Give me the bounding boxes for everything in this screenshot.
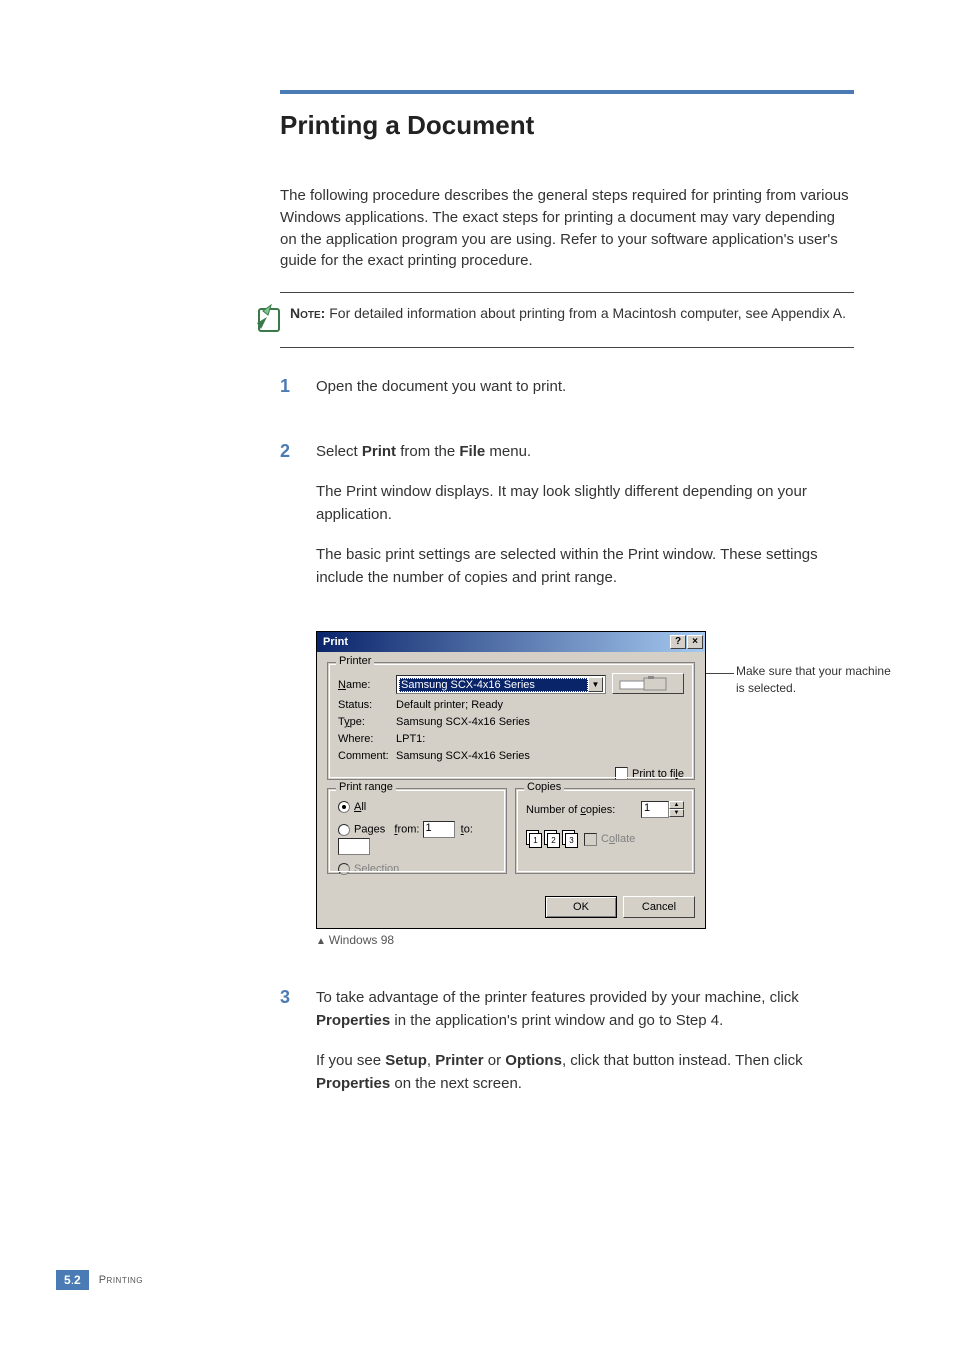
step-2-line1: Select Print from the File menu. [316,441,854,464]
type-label: Type: [338,716,396,728]
step-3-p1: To take advantage of the printer feature… [316,987,854,1032]
t-bold: Setup [385,1052,427,1069]
from-label: from: [394,824,419,836]
print-to-file-checkbox[interactable] [615,767,628,780]
page-number-badge: 5.2 [56,1270,89,1290]
t: in the application's print window and go… [390,1012,723,1029]
t-bold: Properties [316,1075,390,1092]
cancel-button[interactable]: Cancel [623,896,695,918]
page-num: 5 [64,1273,71,1287]
type-value: Samsung SCX-4x16 Series [396,716,684,728]
properties-button[interactable] [612,673,684,694]
titlebar-close-button[interactable]: × [687,635,703,649]
status-label: Status: [338,699,396,711]
selection-radio [338,863,350,875]
selection-label: Selection [354,863,399,875]
name-label: Name: [338,679,396,691]
comment-value: Samsung SCX-4x16 Series [396,750,684,762]
copies-group-label: Copies [524,781,564,793]
pages-radio[interactable] [338,824,350,836]
callout-text: Make sure that your machine is selected. [736,663,896,697]
printer-group-label: Printer [336,655,374,667]
copies-input[interactable]: 1 [641,801,669,818]
num-copies-label: Number of copies: [526,804,615,816]
step-1: 1 Open the document you want to print. [280,376,854,417]
t-bold: Printer [435,1052,483,1069]
page-heading: Printing a Document [280,110,854,141]
top-rule [280,90,854,94]
step-3: 3 To take advantage of the printer featu… [280,987,854,1113]
step-2: 2 Select Print from the File menu. The P… [280,441,854,608]
ok-button[interactable]: OK [545,896,617,918]
all-radio[interactable] [338,801,350,813]
note-text: Note: For detailed information about pri… [290,303,846,323]
print-dialog-figure: Make sure that your machine is selected.… [316,631,854,929]
from-input[interactable]: 1 [423,821,455,838]
t: , click that button instead. Then click [562,1052,803,1069]
dialog-title: Print [323,636,348,648]
t: , [427,1052,435,1069]
step-3-p2: If you see Setup, Printer or Options, cl… [316,1050,854,1095]
print-dialog: Print ? × Printer Name: Samsung SCX-4x16… [316,631,706,929]
step-1-number: 1 [280,376,316,417]
printer-name-value: Samsung SCX-4x16 Series [399,678,588,692]
intro-paragraph: The following procedure describes the ge… [280,185,854,272]
step-2-number: 2 [280,441,316,608]
note-rule-bottom [280,347,854,348]
step-2-p2: The Print window displays. It may look s… [316,481,854,526]
t: from the [396,443,459,460]
step-2-p3: The basic print settings are selected wi… [316,544,854,589]
t: menu. [485,443,531,460]
footer-section: Printing [99,1274,143,1286]
t: To take advantage of the printer feature… [316,989,799,1006]
pages-label: Pages [354,824,385,836]
page-sub: 2 [74,1273,81,1287]
note-block: Note: For detailed information about pri… [250,292,854,348]
status-value: Default printer; Ready [396,699,684,711]
print-range-group-label: Print range [336,781,396,793]
print-to-file-label: Print to file [632,768,684,780]
t: or [484,1052,506,1069]
t-bold: File [459,443,485,460]
step-1-text: Open the document you want to print. [316,376,854,399]
copies-spin-down[interactable]: ▼ [669,809,684,817]
note-icon [250,303,290,337]
note-content: For detailed information about printing … [325,305,846,321]
comment-label: Comment: [338,750,396,762]
copies-spin-up[interactable]: ▲ [669,801,684,809]
where-value: LPT1: [396,733,684,745]
t-bold: Print [362,443,396,460]
t: If you see [316,1052,385,1069]
t-bold: Options [505,1052,562,1069]
t-bold: Properties [316,1012,390,1029]
page-footer: 5.2 Printing [56,1270,143,1290]
all-label: All [354,801,366,813]
t: on the next screen. [390,1075,522,1092]
collate-icon: 11 22 33 [526,830,578,848]
where-label: Where: [338,733,396,745]
t: Select [316,443,362,460]
to-label: to: [461,824,473,836]
titlebar-help-button[interactable]: ? [670,635,686,649]
step-3-number: 3 [280,987,316,1113]
collate-checkbox [584,833,597,846]
note-label: Note: [290,305,325,321]
to-input[interactable] [338,838,370,855]
figure-caption: Windows 98 [316,933,854,947]
dialog-titlebar: Print ? × [317,632,705,652]
collate-label: Collate [601,833,635,845]
printer-name-select[interactable]: Samsung SCX-4x16 Series ▼ [396,675,606,694]
dropdown-arrow-icon: ▼ [588,677,603,692]
